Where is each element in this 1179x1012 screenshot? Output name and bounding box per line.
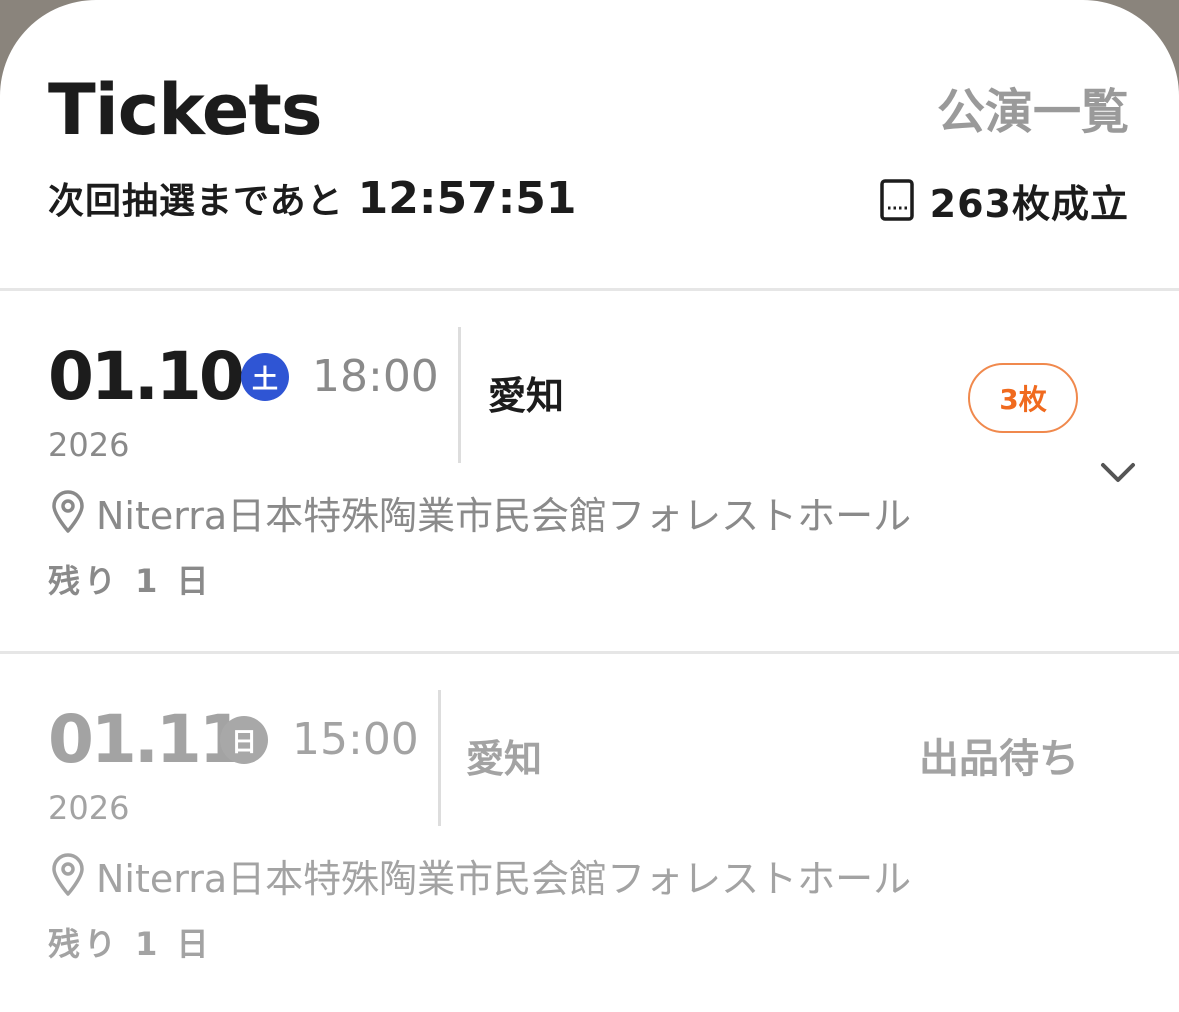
deals-count: 263枚成立 xyxy=(929,181,1129,226)
venue: Niterra日本特殊陶業市民会館フォレストホール xyxy=(50,487,912,538)
countdown-time: 12:57:51 xyxy=(357,173,577,224)
countdown-label: 次回抽選まであと xyxy=(48,181,344,222)
venue: Niterra日本特殊陶業市民会館フォレストホール xyxy=(50,850,912,901)
weekday-badge: 土 xyxy=(241,353,289,401)
performance-date: 01.11 xyxy=(48,701,245,778)
performance-card[interactable]: 01.10 土 18:00 2026 愛知 3枚 Niterra日本特殊陶業市民… xyxy=(0,291,1179,651)
performances-list-link[interactable]: 公演一覧 xyxy=(937,84,1129,140)
prefecture: 愛知 xyxy=(466,737,543,781)
ticket-icon xyxy=(879,179,914,221)
chevron-down-icon[interactable] xyxy=(1098,453,1138,493)
tickets-sheet: Tickets 公演一覧 次回抽選まであと 12:57:51 263枚成立 01… xyxy=(0,0,1179,1012)
location-pin-icon xyxy=(52,490,84,533)
performance-card[interactable]: 01.11 日 15:00 2026 愛知 出品待ち Niterra日本特殊陶業… xyxy=(0,654,1179,1012)
days-remaining: 残り 1 日 xyxy=(48,562,213,600)
performance-time: 18:00 xyxy=(312,351,439,402)
vertical-divider xyxy=(438,690,441,826)
performance-year: 2026 xyxy=(48,426,130,464)
location-pin-icon xyxy=(52,853,84,896)
performance-year: 2026 xyxy=(48,789,130,827)
venue-name: Niterra日本特殊陶業市民会館フォレストホール xyxy=(96,856,912,901)
listing-status: 出品待ち xyxy=(919,736,1079,782)
venue-name: Niterra日本特殊陶業市民会館フォレストホール xyxy=(96,493,912,538)
completed-deals: 263枚成立 xyxy=(879,172,1129,228)
page-title: Tickets xyxy=(48,69,323,151)
performance-date: 01.10 xyxy=(48,338,245,415)
next-lottery-countdown: 次回抽選まであと 12:57:51 xyxy=(48,172,577,228)
vertical-divider xyxy=(458,327,461,463)
performance-time: 15:00 xyxy=(292,714,419,765)
prefecture: 愛知 xyxy=(488,374,565,418)
weekday-badge: 日 xyxy=(220,716,268,764)
days-remaining: 残り 1 日 xyxy=(48,925,213,963)
ticket-count-badge: 3枚 xyxy=(968,363,1078,433)
